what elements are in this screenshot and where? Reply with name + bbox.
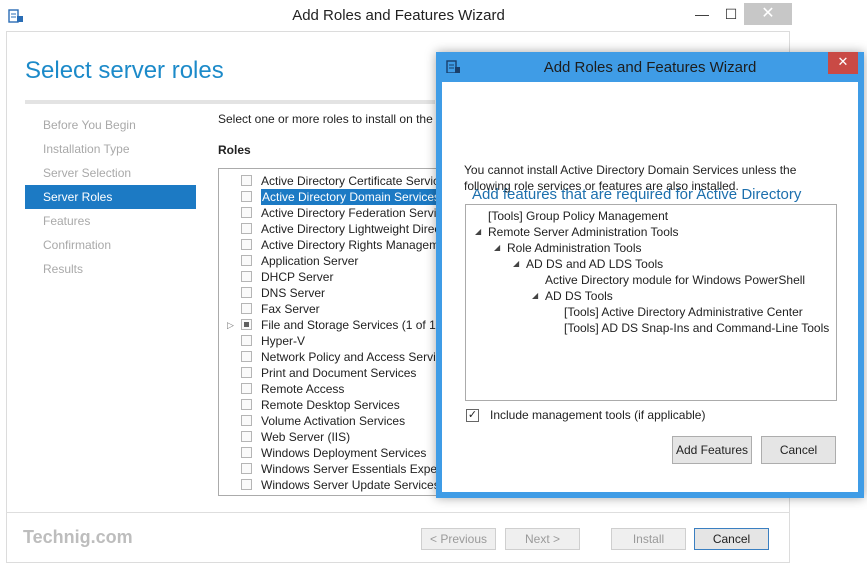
nav-step-server-selection[interactable]: Server Selection xyxy=(25,161,196,185)
dialog-message: You cannot install Active Directory Doma… xyxy=(464,163,797,193)
heading-divider xyxy=(25,100,435,104)
feature-tree-node: [Tools] Active Directory Administrative … xyxy=(564,305,803,319)
role-checkbox[interactable] xyxy=(241,191,252,202)
role-label: Active Directory Lightweight Direc xyxy=(261,222,441,236)
next-button[interactable]: Next > xyxy=(505,528,580,550)
role-checkbox[interactable] xyxy=(241,175,252,186)
collapse-triangle-icon[interactable]: ◢ xyxy=(513,259,519,268)
role-checkbox[interactable] xyxy=(241,207,252,218)
role-checkbox[interactable] xyxy=(241,303,252,314)
feature-tree-node: Active Directory module for Windows Powe… xyxy=(545,273,806,287)
role-checkbox[interactable] xyxy=(241,239,252,250)
role-label: Remote Desktop Services xyxy=(261,398,400,412)
role-checkbox[interactable] xyxy=(241,287,252,298)
feature-tree-node: Role Administration Tools xyxy=(507,241,642,255)
feature-tree-node: [Tools] AD DS Snap-Ins and Command-Line … xyxy=(564,321,830,335)
nav-step-installation-type[interactable]: Installation Type xyxy=(25,137,196,161)
role-checkbox[interactable] xyxy=(241,255,252,266)
role-checkbox[interactable] xyxy=(241,399,252,410)
nav-step-results[interactable]: Results xyxy=(25,257,196,281)
collapse-triangle-icon[interactable]: ◢ xyxy=(532,291,538,300)
role-label: File and Storage Services (1 of 12 xyxy=(261,318,443,332)
role-label: DHCP Server xyxy=(261,270,334,284)
role-checkbox[interactable] xyxy=(241,351,252,362)
role-label: Active Directory Federation Servic xyxy=(261,206,443,220)
role-label: Windows Server Update Services xyxy=(261,478,440,492)
dialog-cancel-button[interactable]: Cancel xyxy=(761,436,836,464)
main-window-title: Add Roles and Features Wizard xyxy=(292,7,505,24)
previous-button[interactable]: < Previous xyxy=(421,528,496,550)
dialog-close-button[interactable]: ✕ xyxy=(828,52,858,74)
feature-tree-node: AD DS Tools xyxy=(545,289,613,303)
role-checkbox[interactable] xyxy=(241,447,252,458)
main-cancel-button[interactable]: Cancel xyxy=(694,528,769,550)
role-label: Remote Access xyxy=(261,382,345,396)
role-label: Network Policy and Access Servic xyxy=(261,350,442,364)
role-label: Application Server xyxy=(261,254,359,268)
main-title-bar[interactable]: Add Roles and Features Wizard — ☐ ✕ xyxy=(0,0,797,31)
role-checkbox[interactable] xyxy=(241,463,252,474)
role-label: Fax Server xyxy=(261,302,320,316)
feature-tree-node: [Tools] Group Policy Management xyxy=(488,209,669,223)
role-checkbox[interactable] xyxy=(241,271,252,282)
role-label: Windows Deployment Services xyxy=(261,446,427,460)
expand-arrow-icon[interactable]: ▷ xyxy=(227,317,237,333)
feature-tree-node: AD DS and AD LDS Tools xyxy=(526,257,664,271)
dialog-title: Add Roles and Features Wizard xyxy=(543,59,757,76)
role-checkbox[interactable] xyxy=(241,367,252,378)
nav-step-confirmation[interactable]: Confirmation xyxy=(25,233,196,257)
role-label: Windows Server Essentials Experi xyxy=(261,462,444,476)
install-button[interactable]: Install xyxy=(611,528,686,550)
role-label: Active Directory Domain Services xyxy=(261,189,442,205)
role-label: DNS Server xyxy=(261,286,326,300)
nav-step-server-roles[interactable]: Server Roles xyxy=(25,185,196,209)
wizard-steps-nav: Before You Begin Installation Type Server … xyxy=(25,113,196,281)
feature-tree-node: Remote Server Administration Tools xyxy=(488,225,679,239)
role-label: Active Directory Certificate Servic xyxy=(261,174,440,188)
footer-divider xyxy=(6,512,790,513)
add-features-button[interactable]: Add Features xyxy=(672,436,752,464)
roles-list[interactable]: Active Directory Certificate Servic Activ… xyxy=(218,168,458,496)
role-label: Volume Activation Services xyxy=(261,414,406,428)
role-checkbox[interactable] xyxy=(241,415,252,426)
role-checkbox[interactable] xyxy=(241,319,252,330)
role-label: Active Directory Rights Managem xyxy=(261,238,440,252)
include-tools-label: Include management tools (if applicable) xyxy=(490,408,706,422)
role-label: Print and Document Services xyxy=(261,366,417,380)
role-label: Hyper-V xyxy=(261,334,306,348)
collapse-triangle-icon[interactable]: ◢ xyxy=(494,243,500,252)
watermark-text: Technig.com xyxy=(23,527,133,547)
minimize-button[interactable]: — xyxy=(687,3,717,25)
main-close-button[interactable]: ✕ xyxy=(744,3,792,25)
role-label: Web Server (IIS) xyxy=(261,430,351,444)
roles-description: Select one or more roles to install on t… xyxy=(218,112,433,126)
roles-label: Roles xyxy=(218,143,251,157)
required-features-tree[interactable]: [Tools] Group Policy Management ◢ Remote S… xyxy=(465,204,837,401)
role-checkbox[interactable] xyxy=(241,335,252,346)
maximize-button[interactable]: ☐ xyxy=(716,3,746,25)
collapse-triangle-icon[interactable]: ◢ xyxy=(475,227,481,236)
role-checkbox[interactable] xyxy=(241,223,252,234)
include-tools-checkbox[interactable]: ✓ xyxy=(466,409,479,422)
page-title: Select server roles xyxy=(25,57,224,84)
nav-step-before-you-begin[interactable]: Before You Begin xyxy=(25,113,196,137)
nav-step-features[interactable]: Features xyxy=(25,209,196,233)
role-checkbox[interactable] xyxy=(241,479,252,490)
role-checkbox[interactable] xyxy=(241,383,252,394)
role-checkbox[interactable] xyxy=(241,431,252,442)
